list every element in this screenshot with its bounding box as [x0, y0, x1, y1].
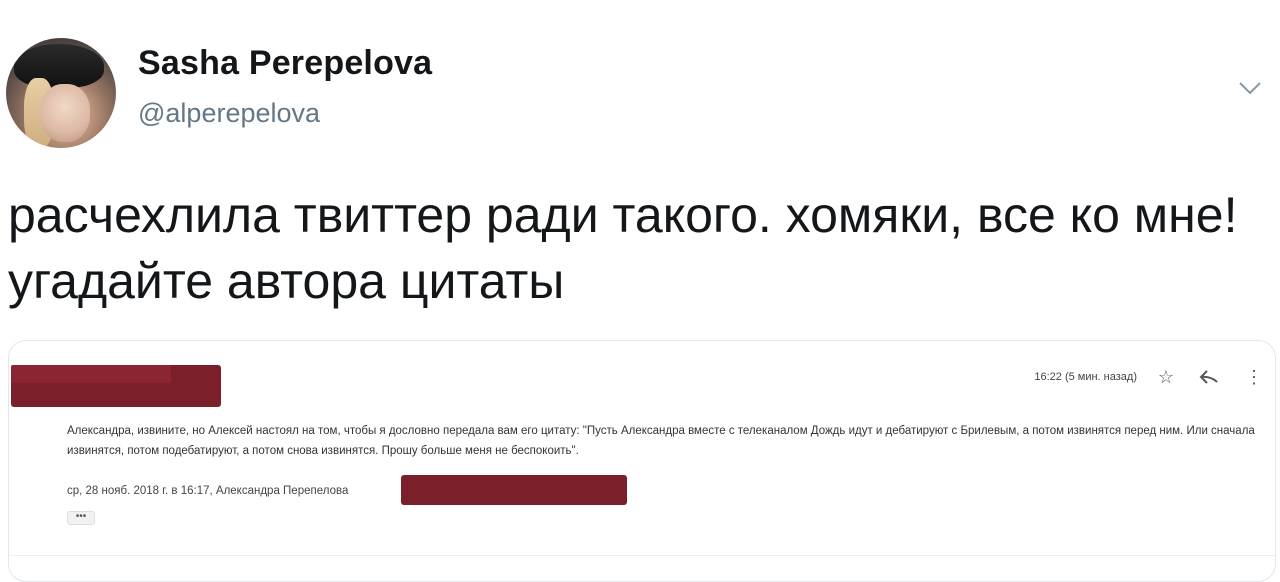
author-handle[interactable]: @alperepelova [138, 98, 320, 129]
star-icon[interactable]: ☆ [1155, 367, 1177, 387]
avatar-face [40, 84, 90, 142]
attached-image[interactable]: 16:22 (5 мин. назад) ☆ ⋮ Александра, изв… [8, 340, 1276, 582]
more-vertical-icon[interactable]: ⋮ [1245, 367, 1263, 387]
email-body: Александра, извините, но Алексей настоял… [67, 425, 1255, 457]
email-time: 16:22 (5 мин. назад) [1034, 371, 1137, 383]
quote-header: ср, 28 нояб. 2018 г. в 16:17, Александра… [67, 485, 349, 497]
redaction-block [11, 365, 171, 383]
divider [9, 555, 1275, 556]
author-name[interactable]: Sasha Perepelova [138, 44, 432, 83]
tweet-text: расчехлила твиттер ради такого. хомяки, … [8, 187, 1238, 309]
avatar-hat [14, 44, 104, 88]
reply-icon[interactable] [1199, 369, 1219, 385]
avatar[interactable] [6, 38, 116, 148]
show-trimmed-button[interactable]: ••• [67, 511, 95, 525]
redaction-block [401, 475, 627, 505]
chevron-down-icon[interactable] [1238, 80, 1262, 96]
